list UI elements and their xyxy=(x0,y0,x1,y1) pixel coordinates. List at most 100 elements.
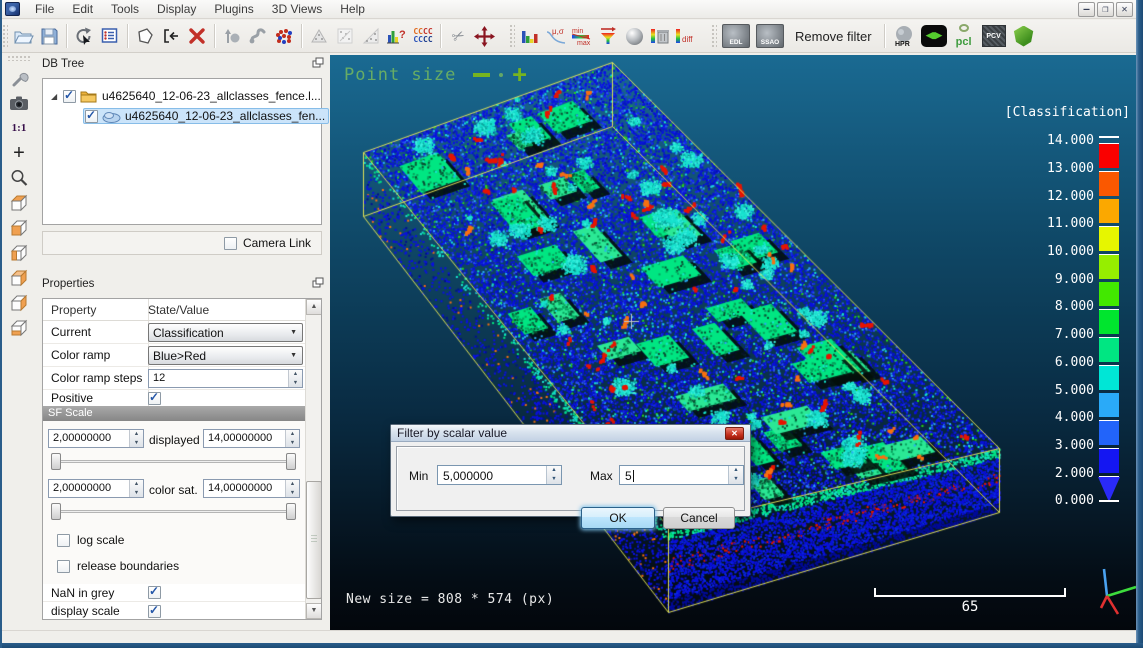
color-ramp-combo[interactable]: Blue>Red▼ xyxy=(148,346,303,365)
toolbar-handle[interactable] xyxy=(7,55,31,61)
scroll-down-icon[interactable]: ▼ xyxy=(306,603,322,619)
interpolate-icon[interactable] xyxy=(332,23,358,50)
delete-sf-icon[interactable] xyxy=(647,23,673,50)
toolbar-handle[interactable] xyxy=(711,24,717,48)
current-sf-combo[interactable]: Classification▼ xyxy=(148,323,303,342)
sphere-icon[interactable] xyxy=(621,23,647,50)
sf-diff-icon[interactable]: diff xyxy=(673,23,699,50)
displayed-max-spinner[interactable]: 14,00000000▲▼ xyxy=(203,429,300,448)
menu-item[interactable]: Edit xyxy=(63,0,102,18)
top-view-icon[interactable] xyxy=(6,190,32,215)
minimize-button[interactable]: – xyxy=(1078,2,1095,17)
delete-icon[interactable] xyxy=(184,23,210,50)
max-value-field[interactable]: 5 ▲▼ xyxy=(619,465,744,485)
display-options-icon[interactable] xyxy=(97,23,123,50)
properties-scrollbar[interactable]: ▲ ▼ xyxy=(305,299,321,619)
filter-by-value-icon[interactable] xyxy=(595,23,621,50)
toolbar-handle[interactable] xyxy=(2,24,8,48)
expander-icon[interactable]: ◢ xyxy=(51,92,63,101)
clone-icon[interactable] xyxy=(306,23,332,50)
display-scale-checkbox[interactable] xyxy=(148,605,161,618)
positive-checkbox[interactable] xyxy=(148,392,161,405)
point-size-label: Point size xyxy=(344,65,456,85)
point-size-increase-button[interactable]: + xyxy=(512,65,526,83)
db-tree: ◢ u4625640_12-06-23_allclasses_fence.l..… xyxy=(42,78,322,225)
point-pair-align-icon[interactable] xyxy=(245,23,271,50)
pcv-icon[interactable]: PCV xyxy=(979,23,1009,50)
zoom-icon[interactable] xyxy=(6,165,32,190)
color-ramp-steps-spinner[interactable]: 12 ▲▼ xyxy=(148,369,303,388)
kinect-icon[interactable]: ◀▮▶ xyxy=(919,23,949,50)
displayed-min-spinner[interactable]: 2,00000000▲▼ xyxy=(48,429,144,448)
tree-item-cloud[interactable]: u4625640_12-06-23_allclasses_fen... xyxy=(43,106,321,126)
visibility-checkbox[interactable] xyxy=(63,90,76,103)
facets-icon[interactable] xyxy=(1009,23,1039,50)
release-boundaries-checkbox[interactable] xyxy=(57,560,70,573)
pick-rotation-center-icon[interactable]: + xyxy=(6,140,32,165)
menu-item[interactable]: File xyxy=(26,0,63,18)
legend-swatch xyxy=(1099,393,1119,417)
apply-transformation-icon[interactable] xyxy=(158,23,184,50)
legend-label: 3.000 xyxy=(1055,438,1094,453)
legend-swatch xyxy=(1099,282,1119,306)
menu-item[interactable]: Tools xyxy=(102,0,148,18)
tree-item-root[interactable]: ◢ u4625640_12-06-23_allclasses_fence.l..… xyxy=(43,86,321,106)
dialog-title-bar[interactable]: Filter by scalar value ✕ xyxy=(391,425,750,442)
segment-icon[interactable] xyxy=(132,23,158,50)
svg-text:max: max xyxy=(577,40,591,46)
point-picking-icon[interactable] xyxy=(219,23,245,50)
menu-item[interactable]: Plugins xyxy=(205,0,262,18)
color-sat-label: color sat. xyxy=(149,483,198,497)
console-icon[interactable]: CCCCCCCC xyxy=(410,23,436,50)
close-button[interactable]: ✕ xyxy=(1116,2,1133,17)
tools-icon[interactable] xyxy=(6,65,32,90)
right-view-icon[interactable] xyxy=(6,290,32,315)
ssao-shader-icon[interactable]: SSAO xyxy=(753,23,787,50)
menu-item[interactable]: Help xyxy=(331,0,374,18)
histogram-query-icon[interactable]: ? xyxy=(384,23,410,50)
menu-item[interactable]: Display xyxy=(148,0,205,18)
point-list-picking-icon[interactable] xyxy=(271,23,297,50)
point-size-decrease-button[interactable] xyxy=(473,73,490,77)
open-icon[interactable] xyxy=(10,23,36,50)
scroll-up-icon[interactable]: ▲ xyxy=(306,299,322,315)
visibility-checkbox[interactable] xyxy=(85,110,98,123)
scrollbar-thumb[interactable] xyxy=(306,481,322,599)
displayed-range-slider[interactable] xyxy=(51,453,296,471)
3d-viewport[interactable]: Point size + [Classification] 14.000 xyxy=(330,55,1136,630)
float-panel-icon[interactable] xyxy=(312,277,324,291)
zoom-1-1-icon[interactable]: 1:1 xyxy=(6,115,32,140)
min-value-field[interactable]: 5,000000▲▼ xyxy=(437,465,562,485)
menu-item[interactable]: 3D Views xyxy=(263,0,331,18)
sf-histogram-icon[interactable] xyxy=(517,23,543,50)
translate-rotate-icon[interactable] xyxy=(471,23,497,50)
color-sat-range-slider[interactable] xyxy=(51,503,296,521)
pivot-icon[interactable] xyxy=(71,23,97,50)
front-view-icon[interactable] xyxy=(6,215,32,240)
cancel-button[interactable]: Cancel xyxy=(663,507,735,529)
color-sat-max-spinner[interactable]: 14,00000000▲▼ xyxy=(203,479,300,498)
pcl-icon[interactable]: pcl xyxy=(949,23,979,50)
nan-in-grey-checkbox[interactable] xyxy=(148,586,161,599)
toolbar-handle[interactable] xyxy=(509,24,515,48)
log-scale-checkbox[interactable] xyxy=(57,534,70,547)
save-icon[interactable] xyxy=(36,23,62,50)
screenshot-icon[interactable] xyxy=(6,90,32,115)
back-view-icon[interactable] xyxy=(6,265,32,290)
bottom-view-icon[interactable] xyxy=(6,315,32,340)
camera-link-checkbox[interactable] xyxy=(224,237,237,250)
ok-button[interactable]: OK xyxy=(581,507,655,529)
subsample-icon[interactable] xyxy=(358,23,384,50)
left-view-icon[interactable] xyxy=(6,240,32,265)
sf-minmax-icon[interactable]: minmax xyxy=(569,23,595,50)
edl-shader-icon[interactable]: EDL xyxy=(719,23,753,50)
folder-icon xyxy=(80,89,98,103)
cross-section-icon[interactable]: ✂ xyxy=(445,23,471,50)
float-panel-icon[interactable] xyxy=(312,57,324,71)
restore-button[interactable]: ❐ xyxy=(1097,2,1114,17)
dialog-close-icon[interactable]: ✕ xyxy=(725,427,744,440)
color-sat-min-spinner[interactable]: 2,00000000▲▼ xyxy=(48,479,144,498)
remove-filter-button[interactable]: Remove filter xyxy=(787,26,880,47)
hpr-icon[interactable]: HPR xyxy=(889,23,919,50)
gaussian-filter-icon[interactable]: μ,σ xyxy=(543,23,569,50)
